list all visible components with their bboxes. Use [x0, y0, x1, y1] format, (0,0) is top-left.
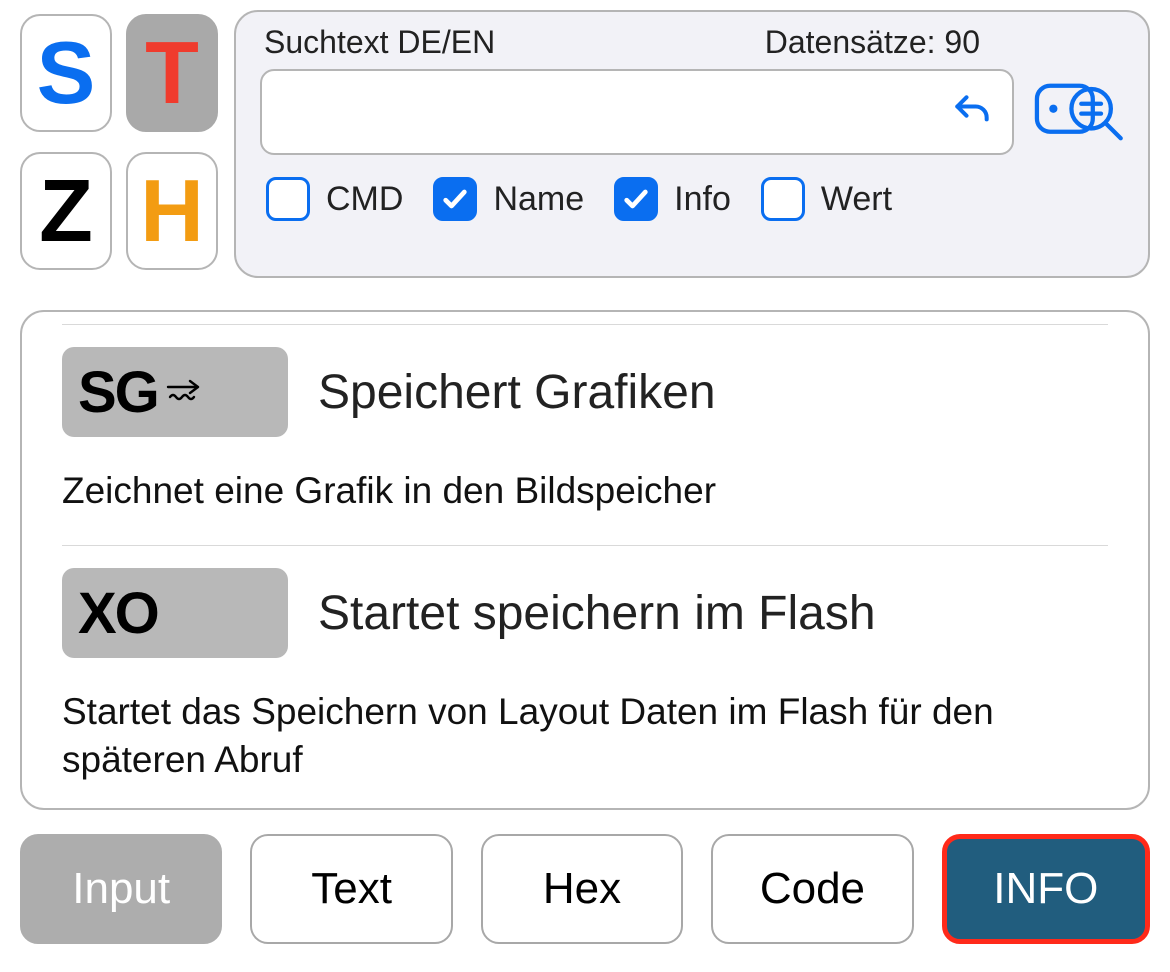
- checkbox-checked-icon: [433, 177, 477, 221]
- search-labels: Suchtext DE/EN Datensätze: 90: [260, 24, 1124, 61]
- tab-hex[interactable]: Hex: [481, 834, 683, 944]
- letter-t-button[interactable]: T: [126, 14, 218, 132]
- detail-search-icon[interactable]: [1032, 71, 1124, 153]
- tab-text[interactable]: Text: [250, 834, 452, 944]
- arrow-icon: [166, 377, 206, 407]
- command-badge: SG: [62, 347, 288, 437]
- record-count-label: Datensätze: 90: [765, 24, 980, 61]
- letter-z-button[interactable]: Z: [20, 152, 112, 270]
- command-badge: XO: [62, 568, 288, 658]
- item-description: Startet das Speichern von Layout Daten i…: [62, 688, 1108, 784]
- command-code: SG: [78, 359, 158, 426]
- tab-code[interactable]: Code: [711, 834, 913, 944]
- item-title: Speichert Grafiken: [318, 365, 716, 420]
- search-label-left: Suchtext DE/EN: [264, 24, 495, 61]
- filter-row: CMD Name Info Wert: [260, 177, 1124, 221]
- result-list[interactable]: SG Speichert Grafiken Zeichnet eine Graf…: [20, 310, 1150, 810]
- command-code: XO: [78, 580, 158, 647]
- top-row: S T Z H Suchtext DE/EN Datensätze: 90: [20, 10, 1150, 278]
- list-item[interactable]: SG Speichert Grafiken Zeichnet eine Graf…: [62, 324, 1108, 545]
- filter-name-label: Name: [493, 180, 584, 219]
- search-panel: Suchtext DE/EN Datensätze: 90: [234, 10, 1150, 278]
- filter-wert[interactable]: Wert: [761, 177, 892, 221]
- filter-cmd[interactable]: CMD: [266, 177, 403, 221]
- tab-input[interactable]: Input: [20, 834, 222, 944]
- filter-wert-label: Wert: [821, 180, 892, 219]
- filter-info[interactable]: Info: [614, 177, 731, 221]
- letter-h-button[interactable]: H: [126, 152, 218, 270]
- tab-info-button[interactable]: INFO: [942, 834, 1150, 944]
- item-description: Zeichnet eine Grafik in den Bildspeicher: [62, 467, 1108, 515]
- filter-cmd-label: CMD: [326, 180, 403, 219]
- list-item[interactable]: XO Startet speichern im Flash Startet da…: [62, 545, 1108, 810]
- item-title: Startet speichern im Flash: [318, 586, 876, 641]
- letter-grid: S T Z H: [20, 10, 218, 278]
- undo-icon[interactable]: [950, 90, 994, 134]
- filter-name[interactable]: Name: [433, 177, 584, 221]
- letter-s-button[interactable]: S: [20, 14, 112, 132]
- checkbox-icon: [266, 177, 310, 221]
- checkbox-checked-icon: [614, 177, 658, 221]
- filter-info-label: Info: [674, 180, 731, 219]
- search-row: [260, 69, 1124, 155]
- bottom-tabs: Input Text Hex Code INFO: [20, 834, 1150, 944]
- checkbox-icon: [761, 177, 805, 221]
- search-input[interactable]: [260, 69, 1014, 155]
